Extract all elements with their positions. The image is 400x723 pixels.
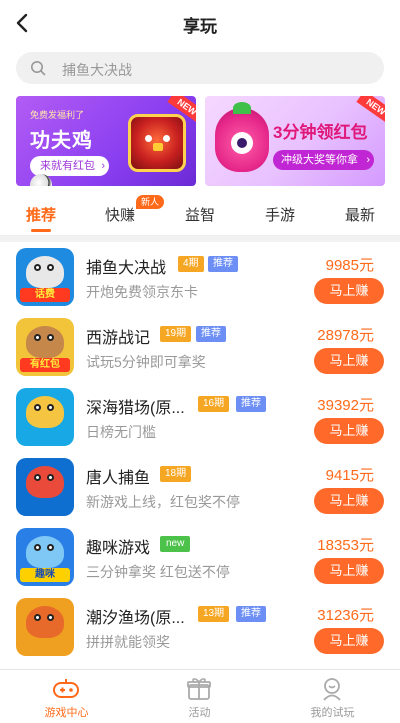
nav-game-center[interactable]: 游戏中心 (0, 670, 133, 723)
reward-amount: 31236元 (317, 607, 374, 624)
game-description: 拼拼就能领奖 (86, 634, 170, 650)
game-name: 唐人捕鱼 (86, 470, 151, 487)
list-item[interactable]: 潮汐渔场(原... 13期 推荐 拼拼就能领奖 31236元 马上赚 (0, 592, 400, 662)
nav-my-trials[interactable]: 我的试玩 (266, 670, 399, 723)
chevron-right-icon: › (101, 160, 105, 172)
recommend-badge: 推荐 (236, 396, 266, 412)
tab-puzzle[interactable]: 益智 (170, 204, 230, 225)
nav-activity[interactable]: 活动 (133, 670, 266, 723)
icon-label: 趣咪 (20, 568, 70, 582)
gift-icon (187, 678, 211, 700)
list-item[interactable]: 深海猎场(原... 16期 推荐 日榜无门槛 39392元 马上赚 (0, 382, 400, 452)
nav-label: 我的试玩 (310, 707, 355, 719)
list-item[interactable]: 话费 捕鱼大决战 4期 推荐 开炮免费领京东卡 9985元 马上赚 (0, 242, 400, 312)
banner-carousel: NEW 免费发福利了 功夫鸡 来就有红包 › NEW 3分钟领红包 冲级大奖等你拿… (0, 90, 400, 190)
banner-subtitle: 免费发福利了 (30, 110, 85, 120)
game-name: 深海猎场(原... (86, 400, 185, 417)
list-item[interactable]: 趣咪 趣咪游戏 new 三分钟拿奖 红包送不停 18353元 马上赚 (0, 522, 400, 592)
rooster-game-icon (128, 114, 186, 172)
game-name: 趣咪游戏 (86, 540, 151, 557)
crab-game-icon (16, 598, 74, 656)
new-badge: new (160, 536, 191, 552)
game-description: 开炮免费领京东卡 (86, 284, 198, 300)
bottom-navigation: 游戏中心 活动 我的试玩 (0, 669, 400, 723)
list-item[interactable]: 有红包 西游战记 19期 推荐 试玩5分钟即可拿奖 28978元 马上赚 (0, 312, 400, 382)
banner-kungfu-chicken[interactable]: NEW 免费发福利了 功夫鸡 来就有红包 › (16, 96, 196, 186)
tab-recommend[interactable]: 推荐 (11, 204, 71, 225)
chevron-right-icon: › (366, 154, 370, 166)
dragonfruit-mascot-icon (215, 102, 269, 172)
reward-amount: 39392元 (317, 397, 374, 414)
tab-mobile-games[interactable]: 手游 (250, 204, 310, 225)
category-tabs: 推荐 快赚 新人 益智 手游 最新 (0, 190, 400, 236)
game-name: 捕鱼大决战 (86, 260, 167, 277)
user-icon (323, 678, 341, 701)
nav-label: 游戏中心 (44, 707, 89, 719)
banner-button[interactable]: 冲级大奖等你拿 › (273, 150, 374, 170)
period-badge: 16期 (198, 396, 230, 412)
banner-red-packet[interactable]: NEW 3分钟领红包 冲级大奖等你拿 › (205, 96, 385, 186)
tab-latest[interactable]: 最新 (330, 204, 390, 225)
game-description: 试玩5分钟即可拿奖 (86, 354, 206, 370)
icon-label: 有红包 (20, 358, 70, 372)
earn-now-button[interactable]: 马上赚 (314, 558, 384, 584)
recommend-badge: 推荐 (208, 256, 238, 272)
search-placeholder: 捕鱼大决战 (62, 62, 132, 78)
search-icon (31, 61, 46, 76)
shark-game-icon: 话费 (16, 248, 74, 306)
banner-button-label: 冲级大奖等你拿 (281, 154, 358, 166)
reward-amount: 9415元 (325, 467, 374, 484)
banner-button[interactable]: 来就有红包 › (30, 156, 109, 176)
monkey-game-icon: 有红包 (16, 318, 74, 376)
tab-active-indicator (31, 229, 51, 232)
period-badge: 19期 (160, 326, 192, 342)
banner-title: 3分钟领红包 (273, 123, 368, 142)
fish-game-icon (16, 388, 74, 446)
newbie-badge: 新人 (136, 195, 165, 209)
icon-label: 话费 (20, 288, 70, 302)
banner-title: 功夫鸡 (30, 130, 93, 152)
recommend-badge: 推荐 (236, 606, 266, 622)
earn-now-button[interactable]: 马上赚 (314, 278, 384, 304)
earn-now-button[interactable]: 马上赚 (314, 628, 384, 654)
earn-now-button[interactable]: 马上赚 (314, 488, 384, 514)
game-name: 潮汐渔场(原... (86, 610, 185, 627)
game-description: 日榜无门槛 (86, 424, 156, 440)
search-bar-container: 捕鱼大决战 (0, 46, 400, 90)
period-badge: 4期 (178, 256, 204, 272)
shark-game-icon: 趣咪 (16, 528, 74, 586)
game-name: 西游战记 (86, 330, 151, 347)
list-item[interactable]: 唐人捕鱼 18期 新游戏上线，红包奖不停 9415元 马上赚 (0, 452, 400, 522)
reward-amount: 18353元 (317, 537, 374, 554)
recommend-badge: 推荐 (196, 326, 226, 342)
game-description: 三分钟拿奖 红包送不停 (86, 564, 230, 580)
reward-amount: 9985元 (325, 257, 374, 274)
period-badge: 13期 (198, 606, 230, 622)
earn-now-button[interactable]: 马上赚 (314, 348, 384, 374)
banner-button-label: 来就有红包 (40, 160, 95, 172)
period-badge: 18期 (160, 466, 192, 482)
top-bar: 享玩 (0, 0, 400, 46)
shark-game-icon (16, 458, 74, 516)
gamepad-icon (53, 679, 79, 698)
game-list: 话费 捕鱼大决战 4期 推荐 开炮免费领京东卡 9985元 马上赚 有红包 西游… (0, 242, 400, 669)
game-description: 新游戏上线，红包奖不停 (86, 494, 240, 510)
page-title: 享玩 (183, 17, 217, 36)
search-input[interactable]: 捕鱼大决战 (16, 52, 384, 84)
nav-label: 活动 (188, 707, 211, 719)
reward-amount: 28978元 (317, 327, 374, 344)
earn-now-button[interactable]: 马上赚 (314, 418, 384, 444)
